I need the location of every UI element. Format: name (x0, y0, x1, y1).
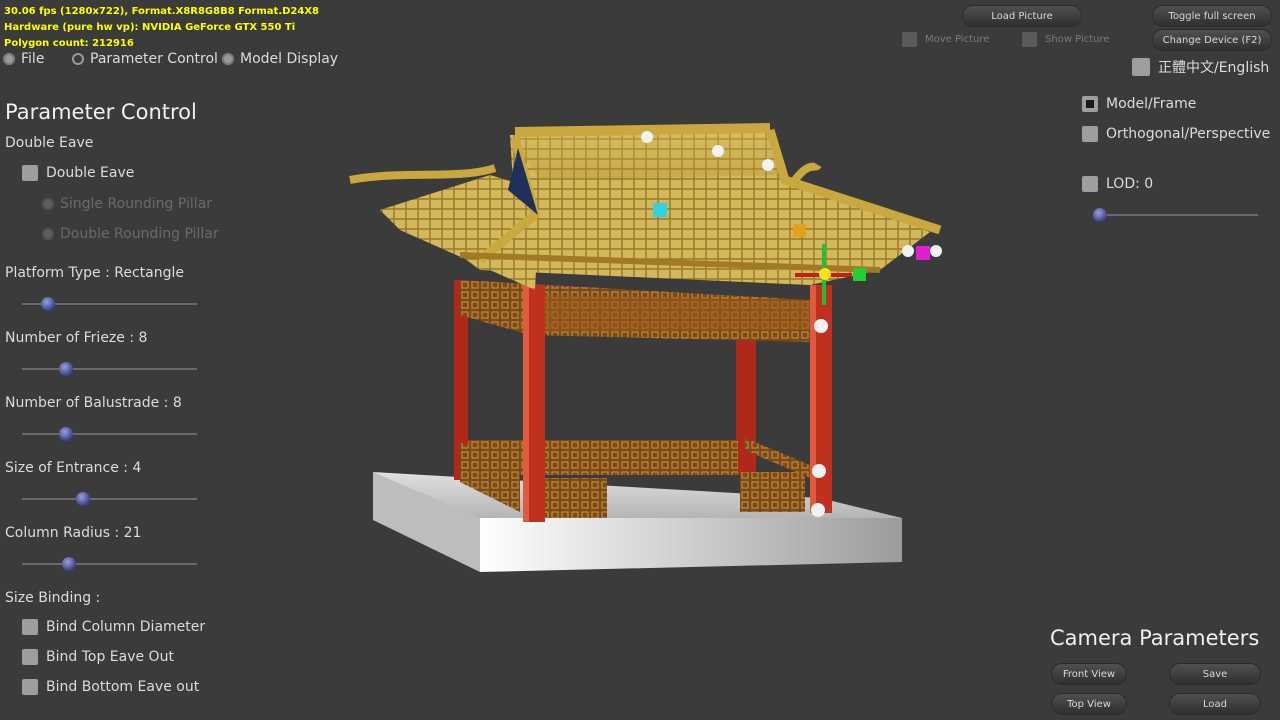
balustrade-label: Number of Balustrade : 8 (5, 395, 182, 411)
fps-readout: 30.06 fps (1280x722), Format.X8R8G8B8 Fo… (4, 6, 320, 17)
column-radius-label: Column Radius : 21 (5, 525, 142, 541)
column-radius-slider[interactable] (22, 557, 197, 571)
slider-knob[interactable] (41, 297, 56, 311)
double-eave-heading: Double Eave (5, 135, 94, 151)
polygon-count: Polygon count: 212916 (4, 38, 134, 49)
control-point[interactable] (916, 246, 930, 260)
control-point[interactable] (762, 159, 774, 171)
ortho-persp-label: Orthogonal/Perspective (1106, 126, 1271, 142)
size-binding-label: Size Binding : (5, 590, 101, 606)
checkbox-icon (1132, 58, 1150, 76)
load-button[interactable]: Load (1170, 694, 1260, 714)
radio-selected-icon (72, 53, 84, 65)
checkbox-icon (22, 649, 38, 665)
render-stats: 30.06 fps (1280x722), Format.X8R8G8B8 Fo… (4, 4, 319, 52)
language-label: 正體中文/English (1158, 60, 1270, 76)
double-eave-label: Double Eave (46, 165, 135, 181)
radio-icon (222, 53, 234, 65)
bind-bottom-eave-label: Bind Bottom Eave out (46, 679, 200, 695)
menu-parameter-control[interactable]: Parameter Control (72, 51, 218, 67)
lod-slider[interactable] (1093, 208, 1258, 222)
checkbox-checked-icon (1082, 96, 1098, 112)
parameter-control-title: Parameter Control (5, 100, 197, 124)
lod-checkbox[interactable]: LOD: 0 (1082, 176, 1153, 192)
control-point[interactable] (641, 131, 653, 143)
platform-type-slider[interactable] (22, 297, 197, 311)
checkbox-icon (1082, 126, 1098, 142)
menu-file-label: File (21, 51, 45, 67)
balustrade-slider[interactable] (22, 427, 197, 441)
save-button[interactable]: Save (1170, 664, 1260, 684)
load-picture-button[interactable]: Load Picture (963, 6, 1081, 26)
double-rounding-radio[interactable]: Double Rounding Pillar (42, 226, 219, 242)
camera-parameters-title: Camera Parameters (1050, 626, 1260, 650)
menu-file[interactable]: File (3, 51, 44, 67)
single-rounding-radio[interactable]: Single Rounding Pillar (42, 196, 212, 212)
platform-type-label: Platform Type : Rectangle (5, 265, 185, 281)
slider-track (1100, 214, 1258, 216)
front-view-button[interactable]: Front View (1052, 664, 1126, 684)
bind-column-label: Bind Column Diameter (46, 619, 206, 635)
menu-parameter-control-label: Parameter Control (90, 51, 218, 67)
model-frame-checkbox[interactable]: Model/Frame (1082, 96, 1196, 112)
move-picture-label: Move Picture (925, 34, 990, 45)
ortho-persp-checkbox[interactable]: Orthogonal/Perspective (1082, 126, 1270, 142)
menu-model-display[interactable]: Model Display (222, 51, 338, 67)
radio-icon (42, 228, 54, 240)
checkbox-icon (902, 32, 917, 47)
balustrade (740, 472, 805, 512)
entrance-slider[interactable] (22, 492, 197, 506)
control-point[interactable] (902, 245, 914, 257)
balustrade (545, 478, 607, 518)
slider-track (22, 433, 197, 435)
double-rounding-label: Double Rounding Pillar (60, 226, 219, 242)
slider-track (22, 498, 197, 500)
control-point[interactable] (853, 268, 866, 281)
model-frame-label: Model/Frame (1106, 96, 1197, 112)
show-picture-checkbox[interactable]: Show Picture (1022, 32, 1110, 47)
control-point[interactable] (930, 245, 942, 257)
control-point[interactable] (793, 224, 806, 237)
double-eave-checkbox[interactable]: Double Eave (22, 165, 134, 181)
control-point[interactable] (712, 145, 724, 157)
slider-track (22, 563, 197, 565)
slider-knob[interactable] (1093, 208, 1107, 222)
frieze (525, 295, 810, 332)
control-point[interactable] (812, 464, 826, 478)
hardware-readout: Hardware (pure hw vp): NVIDIA GeForce GT… (4, 22, 296, 33)
change-device-button[interactable]: Change Device (F2) (1153, 30, 1271, 50)
slider-knob[interactable] (62, 557, 77, 571)
toggle-full-screen-button[interactable]: Toggle full screen (1153, 6, 1271, 26)
checkbox-icon (1082, 176, 1098, 192)
control-point[interactable] (814, 319, 828, 333)
slider-knob[interactable] (76, 492, 91, 506)
language-checkbox[interactable]: 正體中文/English (1132, 57, 1269, 77)
frieze-label: Number of Frieze : 8 (5, 330, 148, 346)
3d-viewport[interactable] (340, 120, 960, 590)
single-rounding-label: Single Rounding Pillar (60, 196, 213, 212)
slider-knob[interactable] (58, 362, 73, 376)
pavilion-roof (349, 123, 942, 290)
checkbox-icon (22, 165, 38, 181)
bind-top-eave-label: Bind Top Eave Out (46, 649, 174, 665)
lod-label: LOD: 0 (1106, 176, 1154, 192)
show-picture-label: Show Picture (1045, 34, 1110, 45)
control-point[interactable] (653, 203, 667, 217)
control-point[interactable] (811, 503, 825, 517)
bind-bottom-eave-checkbox[interactable]: Bind Bottom Eave out (22, 679, 199, 695)
bind-column-checkbox[interactable]: Bind Column Diameter (22, 619, 205, 635)
frieze-slider[interactable] (22, 362, 197, 376)
checkbox-icon (22, 619, 38, 635)
radio-icon (3, 53, 15, 65)
slider-knob[interactable] (58, 427, 73, 441)
checkbox-icon (1022, 32, 1037, 47)
top-view-button[interactable]: Top View (1052, 694, 1126, 714)
checkbox-icon (22, 679, 38, 695)
menu-model-display-label: Model Display (240, 51, 339, 67)
move-picture-checkbox[interactable]: Move Picture (902, 32, 989, 47)
slider-track (22, 368, 197, 370)
radio-icon (42, 198, 54, 210)
bind-top-eave-checkbox[interactable]: Bind Top Eave Out (22, 649, 174, 665)
entrance-label: Size of Entrance : 4 (5, 460, 142, 476)
